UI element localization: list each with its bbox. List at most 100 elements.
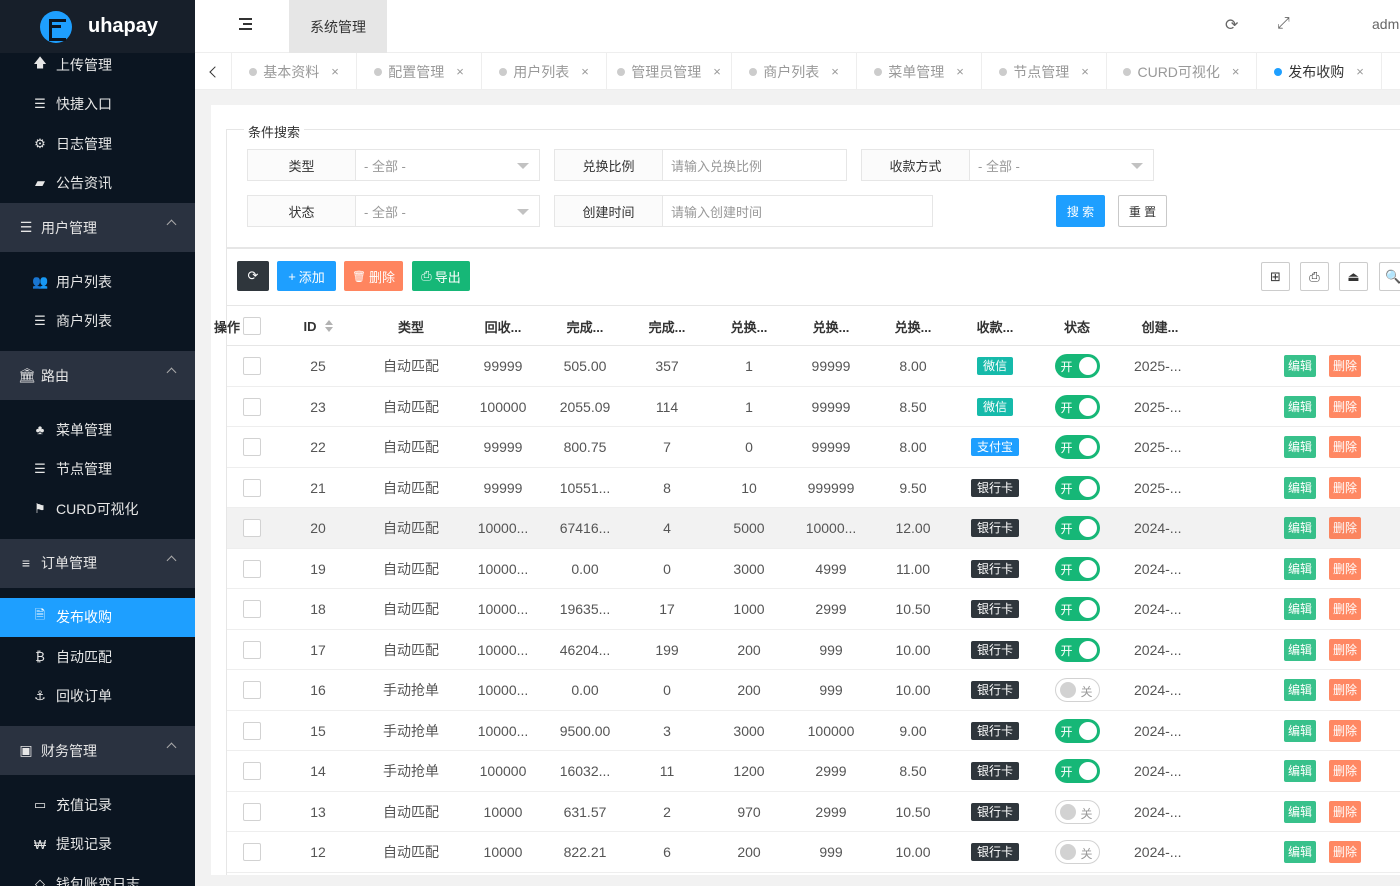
close-icon[interactable]: × [1356,64,1364,79]
table-row[interactable]: 19 自动匹配 10000... 0.00 0 3000 4999 11.00 … [227,549,1400,589]
delete-button[interactable]: 🗑 删除 [344,261,403,291]
column-header-9[interactable]: 状态 [1037,306,1117,346]
add-button[interactable]: + 添加 [277,261,336,291]
status-toggle[interactable]: 开 [1054,637,1100,662]
table-row[interactable]: 14 手动抢单 100000 16032... 11 1200 2999 8.5… [227,751,1400,792]
status-toggle[interactable]: 开 [1054,435,1100,459]
sidebar-item-3-1[interactable]: ₩ 提现记录 [0,825,195,865]
sidebar-group-2[interactable]: ≡ 订单管理 [0,538,195,588]
table-row[interactable]: 18 自动匹配 10000... 19635... 17 1000 2999 1… [227,589,1400,630]
refresh-button[interactable]: ⟳ [237,261,269,291]
column-header-2[interactable]: 回收... [463,306,543,346]
edit-button[interactable]: 编辑 [1283,841,1316,863]
edit-button[interactable]: 编辑 [1283,719,1316,742]
edit-button[interactable]: 编辑 [1283,638,1316,661]
sidebar-item-0[interactable]: 🡅 上传管理 [0,45,195,85]
close-icon[interactable]: × [456,64,464,79]
delete-row-button[interactable]: 删除 [1328,476,1361,499]
column-header-10[interactable]: 创建... [1120,306,1200,346]
column-header-1[interactable]: 类型 [371,306,451,346]
status-select[interactable]: 状态 - 全部 - [247,195,540,227]
column-header-4[interactable]: 完成... [627,306,707,346]
tab-3[interactable]: 管理员管理 × [607,53,732,89]
status-toggle[interactable]: 开 [1054,556,1100,581]
fullscreen-icon[interactable]: ⤢ [1277,15,1290,33]
edit-button[interactable]: 编辑 [1283,679,1316,701]
status-toggle[interactable]: 关 [1054,678,1100,702]
tab-prev-icon[interactable] [195,53,232,89]
sort-icon[interactable] [324,320,333,332]
search-icon[interactable]: 🔍 [1379,262,1400,291]
edit-button[interactable]: 编辑 [1283,557,1316,580]
system-tab[interactable]: 系统管理 [289,0,387,53]
edit-button[interactable]: 编辑 [1283,760,1316,782]
status-toggle[interactable]: 开 [1054,597,1100,621]
close-icon[interactable]: × [831,64,839,79]
column-header-3[interactable]: 完成... [545,306,625,346]
tab-5[interactable]: 菜单管理 × [857,53,982,89]
row-checkbox[interactable] [243,640,261,659]
edit-button[interactable]: 编辑 [1283,395,1316,418]
close-icon[interactable]: × [713,64,721,79]
edit-button[interactable]: 编辑 [1283,800,1316,823]
row-checkbox[interactable] [243,397,261,416]
table-row[interactable]: 22 自动匹配 99999 800.75 7 0 99999 8.00 支付宝 … [227,427,1400,468]
row-checkbox[interactable] [243,478,261,497]
table-row[interactable]: 20 自动匹配 10000... 67416... 4 5000 10000..… [227,508,1400,549]
delete-row-button[interactable]: 删除 [1328,395,1361,418]
row-checkbox[interactable] [243,802,261,821]
sidebar-item-3-0[interactable]: ▭ 充值记录 [0,785,195,825]
row-checkbox[interactable] [243,519,261,537]
sidebar-item-0-1[interactable]: ☰ 商户列表 [0,302,195,342]
sidebar-item-0-0[interactable]: 👥 用户列表 [0,262,195,302]
sidebar-item-1-0[interactable]: ♣ 菜单管理 [0,410,195,450]
sidebar-item-2-2[interactable]: ⚓ 回收订单 [0,677,195,717]
export-table-icon[interactable]: ⏏ [1339,262,1368,291]
tab-7[interactable]: CURD可视化 × [1107,53,1257,89]
user-name[interactable]: adm [1372,16,1399,32]
column-header-6[interactable]: 兑换... [791,306,871,346]
close-icon[interactable]: × [1081,64,1089,79]
row-checkbox[interactable] [243,762,261,780]
edit-button[interactable]: 编辑 [1283,476,1316,499]
tab-0[interactable]: 基本资料 × [232,53,357,89]
row-checkbox[interactable] [243,721,261,740]
edit-button[interactable]: 编辑 [1283,355,1316,377]
menu-toggle-icon[interactable] [239,18,252,30]
refresh-icon[interactable]: ⟳ [1225,15,1238,35]
search-button[interactable]: 搜 索 [1056,195,1105,227]
sidebar-item-1-2[interactable]: ⚑ CURD可视化 [0,489,195,529]
table-row[interactable]: 17 自动匹配 10000... 46204... 199 200 999 10… [227,630,1400,670]
column-header-0[interactable]: ID [278,306,358,346]
tab-2[interactable]: 用户列表 × [482,53,607,89]
status-toggle[interactable]: 开 [1054,759,1100,783]
columns-toggle-icon[interactable]: ⊞ [1261,262,1290,291]
ratio-input[interactable]: 兑换比例 请输入兑换比例 [554,149,847,181]
tab-6[interactable]: 节点管理 × [982,53,1107,89]
reset-button[interactable]: 重 置 [1118,195,1167,227]
row-checkbox[interactable] [243,843,261,861]
close-icon[interactable]: × [1232,64,1240,79]
row-checkbox[interactable] [243,681,261,699]
sidebar-group-1[interactable]: 🏛 路由 [0,351,195,400]
table-row[interactable]: 21 自动匹配 99999 10551... 8 10 999999 9.50 … [227,468,1400,508]
tab-4[interactable]: 商户列表 × [732,53,857,89]
column-header-5[interactable]: 兑换... [709,306,789,346]
status-toggle[interactable]: 开 [1054,394,1100,419]
status-toggle[interactable]: 关 [1054,799,1100,824]
pay-method-select[interactable]: 收款方式 - 全部 - [861,149,1154,181]
table-row[interactable]: 13 自动匹配 10000 631.57 2 970 2999 10.50 银行… [227,792,1400,832]
delete-row-button[interactable]: 删除 [1328,638,1361,661]
table-row[interactable]: 16 手动抢单 10000... 0.00 0 200 999 10.00 银行… [227,670,1400,711]
sidebar-item-2-1[interactable]: ₿ 自动匹配 [0,637,195,677]
row-checkbox[interactable] [243,600,261,618]
delete-row-button[interactable]: 删除 [1328,841,1361,863]
row-checkbox[interactable] [243,559,261,578]
sidebar-item-3[interactable]: ▰ 公告资讯 [0,164,195,204]
sidebar-item-1[interactable]: ☰ 快捷入口 [0,85,195,125]
tab-8[interactable]: 发布收购 × [1257,53,1382,89]
status-toggle[interactable]: 开 [1054,354,1100,378]
delete-row-button[interactable]: 删除 [1328,800,1361,823]
row-checkbox[interactable] [243,438,261,456]
print-icon[interactable]: ⎙ [1300,262,1329,291]
